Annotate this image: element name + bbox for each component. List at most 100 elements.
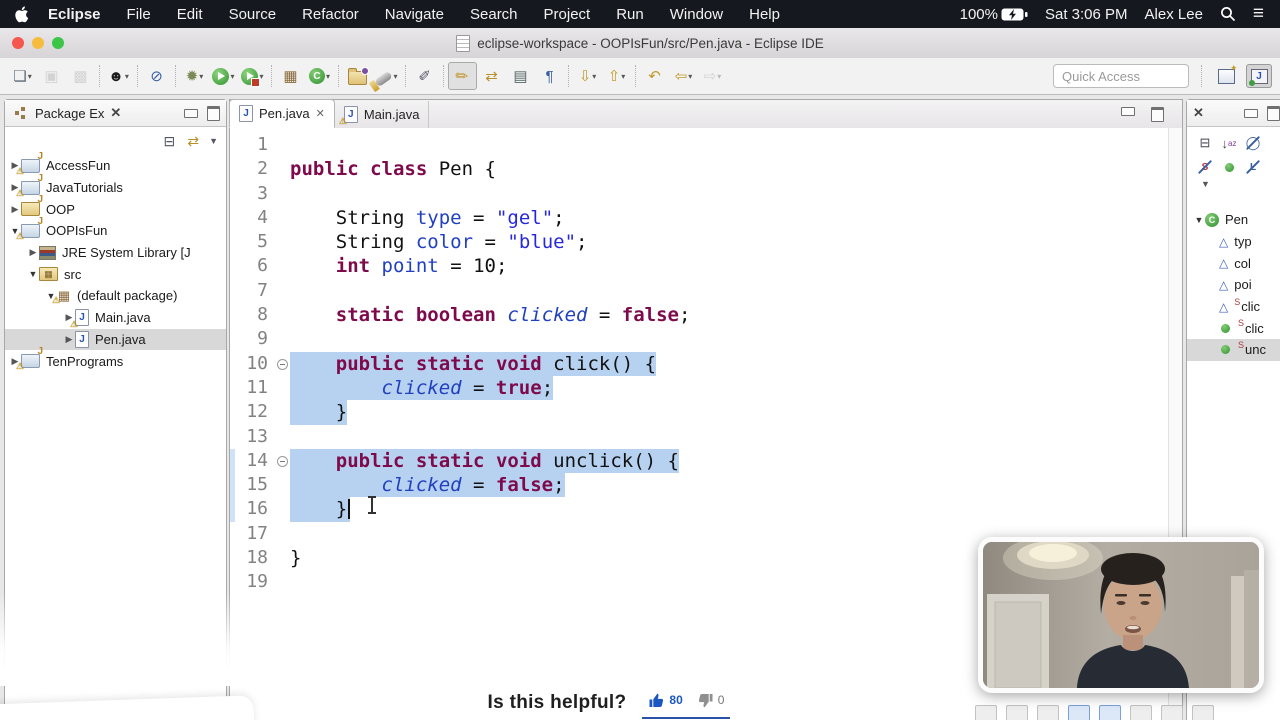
close-tab-icon[interactable]: ✕ <box>316 107 325 120</box>
previous-annotation-icon[interactable]: ⇧ ▾ <box>602 62 631 90</box>
console-toolbar-icon[interactable] <box>1099 705 1121 720</box>
open-perspective-button[interactable] <box>1214 63 1238 87</box>
save-icon[interactable]: ▣ <box>37 62 66 90</box>
annotate-marker-icon[interactable]: ✐ <box>410 62 439 90</box>
forward-icon[interactable]: ⇨ ▾ <box>698 62 727 90</box>
code-line-2[interactable]: 2 public class Pen { <box>230 157 1182 181</box>
menu-item-window[interactable]: Window <box>657 6 736 23</box>
console-toolbar-icon[interactable] <box>975 705 997 720</box>
view-menu-icon[interactable]: ▼ <box>209 136 218 146</box>
code-line-5[interactable]: 5 String color = "blue"; <box>230 230 1182 254</box>
debug-icon[interactable]: ✹ ▾ <box>180 62 209 90</box>
menu-clock[interactable]: Sat 3:06 PM <box>1045 6 1128 23</box>
chevron-down-icon[interactable]: ▼ <box>27 269 39 279</box>
maximize-view-button[interactable] <box>207 105 220 121</box>
minimize-view-button[interactable] <box>184 108 198 118</box>
highlighter-icon[interactable]: ✎ <box>448 62 477 90</box>
open-task-icon[interactable] <box>343 62 372 90</box>
save-all-icon[interactable]: ▩ <box>66 62 95 90</box>
outline-view-menu-icon[interactable]: ▼ <box>1187 177 1280 195</box>
new-wizard-icon[interactable]: ❏ ▾ <box>8 62 37 90</box>
outline-item-clic[interactable]: Sclic <box>1187 317 1280 339</box>
close-view-icon[interactable]: ✕ <box>110 105 121 121</box>
fold-collapse-icon[interactable] <box>276 449 290 473</box>
coverage-icon[interactable]: ▾ <box>238 62 267 90</box>
outline-item-unc[interactable]: Sunc <box>1187 339 1280 361</box>
menu-item-run[interactable]: Run <box>603 6 657 23</box>
menu-item-help[interactable]: Help <box>736 6 793 23</box>
java-perspective-button[interactable]: J <box>1246 64 1272 88</box>
hide-non-public-icon[interactable] <box>1221 159 1237 175</box>
hide-fields-icon[interactable]: ◯ <box>1245 135 1261 151</box>
tree-item-oopisfun[interactable]: ▼⚠OOPIsFun <box>5 220 226 242</box>
menu-item-file[interactable]: File <box>114 6 164 23</box>
new-java-project-icon[interactable]: ▦ <box>276 62 305 90</box>
outline-item-clic[interactable]: △ Sclic <box>1187 296 1280 318</box>
console-toolbar-icon[interactable] <box>1192 705 1214 720</box>
code-line-4[interactable]: 4 String type = "gel"; <box>230 206 1182 230</box>
battery-status[interactable]: 100% <box>960 6 1028 23</box>
code-line-15[interactable]: 15 clicked = false; <box>230 473 1182 498</box>
code-line-8[interactable]: 8 static boolean clicked = false; <box>230 303 1182 327</box>
chevron-right-icon[interactable]: ▶ <box>27 247 39 258</box>
console-toolbar-icon[interactable] <box>1037 705 1059 720</box>
collapse-all-icon[interactable]: ⊟ <box>1197 135 1213 151</box>
outline-item-col[interactable]: △ col <box>1187 252 1280 274</box>
tree-item-main-java[interactable]: ▶ J ⚠ Main.java <box>5 307 226 329</box>
new-class-icon[interactable]: C ▾ <box>305 62 334 90</box>
code-line-10[interactable]: 10 public static void click() { <box>230 351 1182 376</box>
next-annotation-icon[interactable]: ⇩ ▾ <box>573 62 602 90</box>
package-explorer-tab[interactable]: Package Ex <box>35 106 104 121</box>
tab-pen-java[interactable]: J Pen.java ✕ <box>229 99 335 128</box>
dislike-button[interactable]: 0 <box>697 692 724 709</box>
control-center-icon[interactable]: ≡ <box>1253 4 1264 23</box>
close-outline-icon[interactable]: ✕ <box>1193 105 1204 121</box>
tab-main-java[interactable]: J ⚠ Main.java <box>335 101 430 128</box>
minimize-outline-button[interactable] <box>1243 108 1258 118</box>
menu-user[interactable]: Alex Lee <box>1145 6 1203 23</box>
outline-item-poi[interactable]: △ poi <box>1187 274 1280 296</box>
minimize-window-button[interactable] <box>32 37 44 49</box>
tree-item-tenprograms[interactable]: ▶⚠TenPrograms <box>5 350 226 372</box>
menu-item-edit[interactable]: Edit <box>164 6 216 23</box>
code-line-7[interactable]: 7 <box>230 279 1182 303</box>
link-with-editor-icon[interactable]: ⇄ <box>187 133 199 150</box>
quick-access-input[interactable] <box>1053 64 1189 88</box>
minimize-editor-button[interactable] <box>1121 107 1135 116</box>
menu-item-eclipse[interactable]: Eclipse <box>35 6 114 23</box>
sort-icon[interactable]: ↓ az <box>1221 135 1237 151</box>
code-line-14[interactable]: 14 public static void unclick() { <box>230 448 1182 474</box>
code-line-9[interactable]: 9 <box>230 327 1182 351</box>
back-icon[interactable]: ⇦ ▾ <box>669 62 698 90</box>
link-editor-icon[interactable]: ⇄ <box>477 62 506 90</box>
spotlight-search-icon[interactable] <box>1220 6 1236 22</box>
menu-item-source[interactable]: Source <box>216 6 290 23</box>
menu-item-refactor[interactable]: Refactor <box>289 6 372 23</box>
hide-local-types-icon[interactable]: L <box>1245 159 1261 175</box>
skip-breakpoints-icon[interactable]: ⊘ <box>142 62 171 90</box>
maximize-editor-button[interactable] <box>1151 107 1164 122</box>
run-icon[interactable]: ▾ <box>209 62 238 90</box>
close-window-button[interactable] <box>12 37 24 49</box>
console-toolbar-icon[interactable] <box>1006 705 1028 720</box>
maximize-outline-button[interactable] <box>1266 105 1280 121</box>
code-line-1[interactable]: 1 <box>230 133 1182 157</box>
outline-item-pen[interactable]: ▼ C Pen <box>1187 209 1280 231</box>
fold-collapse-icon[interactable] <box>276 352 290 376</box>
tree-item-jre-system-library-j[interactable]: ▶ JRE System Library [J <box>5 242 226 264</box>
apple-menu[interactable] <box>0 5 35 23</box>
code-line-11[interactable]: 11 clicked = true; <box>230 375 1182 401</box>
menu-item-navigate[interactable]: Navigate <box>372 6 457 23</box>
user-account-icon[interactable]: ☻ ▾ <box>104 62 133 90</box>
zoom-window-button[interactable] <box>52 37 64 49</box>
like-button[interactable]: 80 <box>648 692 683 709</box>
code-line-3[interactable]: 3 <box>230 182 1182 206</box>
chevron-down-icon[interactable]: ▼ <box>1193 215 1205 225</box>
code-line-12[interactable]: 12 } <box>230 400 1182 425</box>
code-line-13[interactable]: 13 <box>230 425 1182 449</box>
show-whitespace-icon[interactable]: ¶ <box>535 62 564 90</box>
console-toolbar-icon[interactable] <box>1068 705 1090 720</box>
menu-item-project[interactable]: Project <box>531 6 604 23</box>
search-icon[interactable]: ▾ <box>372 62 401 90</box>
last-edit-location-icon[interactable]: ↶ <box>640 62 669 90</box>
